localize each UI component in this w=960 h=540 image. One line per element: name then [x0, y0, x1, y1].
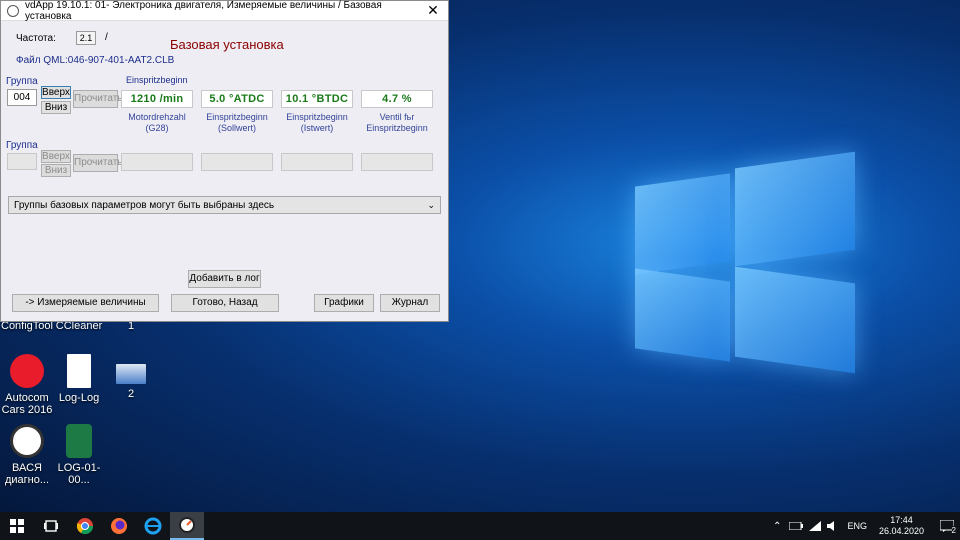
group2-value-box-4 — [361, 153, 433, 171]
task-view-icon — [44, 520, 58, 532]
title-bar: vdApp 19.10.1: 01- Электроника двигателя… — [1, 0, 448, 22]
firefox-icon — [111, 518, 127, 534]
group2-number-input[interactable] — [7, 153, 37, 170]
group2-value-box-3 — [281, 153, 353, 171]
chrome-icon — [76, 518, 94, 535]
clock[interactable]: 17:44 26.04.2020 — [879, 515, 924, 537]
window-title: vdApp 19.10.1: 01- Электроника двигателя… — [25, 0, 382, 22]
graphs-button[interactable]: Графики — [314, 294, 374, 312]
excel-file-icon — [66, 424, 92, 458]
windows-logo-wallpaper — [625, 150, 855, 374]
journal-button[interactable]: Журнал — [380, 294, 440, 312]
file-label: Файл QML:046-907-401-AAT2.CLB — [16, 55, 175, 66]
taskbar-firefox[interactable] — [102, 512, 136, 540]
text-file-icon — [67, 354, 91, 388]
vdapp-window: vdApp 19.10.1: 01- Электроника двигателя… — [0, 0, 449, 322]
image-file-icon — [116, 364, 146, 384]
group1-up-button[interactable]: Вверх — [41, 86, 71, 99]
taskbar-vdapp-active[interactable] — [170, 512, 204, 540]
add-to-log-button[interactable]: Добавить в лог — [188, 270, 261, 288]
vdapp-icon — [179, 517, 195, 533]
task-view-button[interactable] — [34, 512, 68, 540]
app-icon — [7, 4, 19, 17]
frequency-separator: / — [105, 32, 108, 43]
group-select-dropdown[interactable]: Группы базовых параметров могут быть выб… — [8, 196, 441, 214]
value-box-2: 5.0 °ATDC — [201, 90, 273, 108]
volume-icon[interactable] — [827, 521, 839, 531]
desktop-icon-label: 2 — [127, 388, 135, 400]
wifi-icon[interactable] — [809, 521, 822, 531]
value-caption-1: Motordrehzahl (G28) — [128, 112, 186, 133]
taskbar-chrome[interactable] — [68, 512, 102, 540]
group2-read-button[interactable]: Прочитать — [73, 154, 123, 172]
page-title: Базовая установка — [170, 37, 284, 52]
value-caption-2: Einspritzbeginn (Sollwert) — [206, 112, 268, 133]
chevron-down-icon: ⌄ — [427, 199, 435, 210]
dropdown-value: Группы базовых параметров могут быть выб… — [14, 199, 275, 211]
value-caption-4: Ventil fьr Einspritzbeginn — [366, 112, 428, 133]
ready-back-button[interactable]: Готово, Назад — [171, 294, 279, 312]
desktop-icon-label: LOG-01-00... — [57, 462, 101, 486]
taskbar-ie[interactable] — [136, 512, 170, 540]
internet-explorer-icon — [144, 517, 162, 535]
group1-read-button[interactable]: Прочитать — [73, 90, 123, 108]
battery-icon[interactable] — [789, 522, 804, 530]
clock-time: 17:44 — [890, 515, 913, 525]
group1-number-input[interactable]: 004 — [7, 89, 37, 106]
language-indicator[interactable]: ENG — [847, 521, 867, 531]
notification-count: 2 — [951, 526, 956, 535]
frequency-value: 2.1 — [76, 31, 96, 45]
vasya-app-icon — [10, 424, 44, 458]
group2-label: Группа — [6, 140, 38, 151]
value-box-4: 4.7 % — [361, 90, 433, 108]
desktop-icon-log-excel[interactable]: LOG-01-00... — [48, 424, 110, 486]
group2-down-button[interactable]: Вниз — [41, 164, 71, 177]
group2-value-box-2 — [201, 153, 273, 171]
value-caption-3: Einspritzbeginn (Istwert) — [286, 112, 348, 133]
clock-date: 26.04.2020 — [878, 526, 924, 536]
desktop-icon-2[interactable]: 2 — [100, 364, 162, 400]
car-app-icon — [10, 354, 44, 388]
value-box-1: 1210 /min — [121, 90, 193, 108]
group1-label: Группа — [6, 76, 38, 87]
close-button[interactable]: ✕ — [418, 2, 448, 19]
system-tray: ⌃ ENG 17:44 26.04.2020 2 — [773, 512, 960, 540]
chevron-up-icon[interactable]: ⌃ — [773, 521, 781, 532]
column-header: Einspritzbeginn — [126, 75, 188, 85]
windows-start-icon — [10, 519, 24, 533]
group2-value-box-1 — [121, 153, 193, 171]
value-box-3: 10.1 °BTDC — [281, 90, 353, 108]
measured-values-button[interactable]: -> Измеряемые величины — [12, 294, 159, 312]
frequency-label: Частота: — [16, 33, 56, 44]
group2-up-button[interactable]: Вверх — [41, 150, 71, 163]
notification-center-button[interactable]: 2 — [934, 512, 960, 540]
group1-down-button[interactable]: Вниз — [41, 101, 71, 114]
start-button[interactable] — [0, 512, 34, 540]
taskbar: ⌃ ENG 17:44 26.04.2020 2 — [0, 512, 960, 540]
